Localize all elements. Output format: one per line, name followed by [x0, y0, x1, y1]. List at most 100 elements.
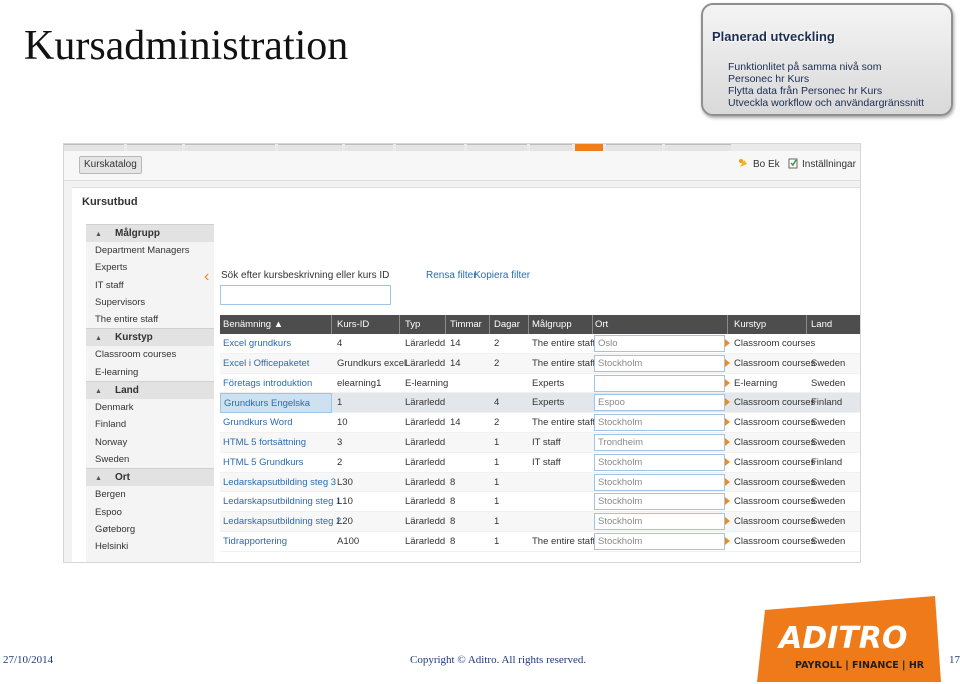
- col-header-ort[interactable]: Ort: [592, 315, 728, 334]
- location-dropdown-icon[interactable]: [725, 358, 730, 367]
- course-location-field[interactable]: Stockholm: [594, 532, 725, 550]
- app-header: Kurskatalog Bo Ek Inställningar: [64, 151, 860, 181]
- nav-tab[interactable]: [127, 144, 182, 151]
- nav-tab[interactable]: [467, 144, 527, 151]
- table-row[interactable]: Ledarskapsutbildning steg 1 L10 Lärarledd 8…: [220, 492, 860, 513]
- settings-link[interactable]: Inställningar: [788, 158, 856, 170]
- course-location-field[interactable]: Stockholm: [594, 453, 725, 471]
- nav-tab[interactable]: [530, 144, 572, 151]
- nav-tab[interactable]: [278, 144, 342, 151]
- table-row[interactable]: Ledarskapsutbildning steg 2 L20 Lärarledd 8…: [220, 512, 860, 532]
- search-input[interactable]: [220, 285, 391, 305]
- location-dropdown-icon[interactable]: [725, 477, 730, 486]
- filter-item[interactable]: Gøteborg: [86, 521, 214, 538]
- course-name-link[interactable]: HTML 5 fortsättning: [220, 433, 332, 453]
- filter-group-malgrupp[interactable]: ▲ Målgrupp: [86, 224, 214, 242]
- location-dropdown-icon[interactable]: [725, 517, 730, 526]
- course-kind-cell: Classroom courses: [734, 338, 816, 349]
- table-row[interactable]: HTML 5 fortsättning 3 Lärarledd 1 IT staff Tr…: [220, 432, 860, 453]
- location-dropdown-icon[interactable]: [725, 378, 730, 387]
- filter-group-kurstyp[interactable]: ▲ Kurstyp: [86, 328, 214, 347]
- table-row[interactable]: Excel grundkurs 4 Lärarledd 14 2 The entire s…: [220, 334, 860, 354]
- course-type-cell: E-learning: [405, 377, 449, 389]
- course-name-link[interactable]: Ledarskapsutbildning steg 2: [220, 512, 341, 532]
- course-country-cell: [808, 334, 860, 354]
- col-header-dagar[interactable]: Dagar: [491, 315, 529, 334]
- col-header-typ[interactable]: Typ: [402, 315, 446, 334]
- course-name-link[interactable]: Ledarskapsutbildning steg 1: [220, 492, 341, 512]
- table-row[interactable]: Tidrapportering A100 Lärarledd 8 1 The entire…: [220, 532, 860, 552]
- location-dropdown-icon[interactable]: [725, 418, 730, 427]
- location-dropdown-icon[interactable]: [725, 398, 730, 407]
- course-name-link[interactable]: Excel i Officepaketet: [220, 354, 332, 374]
- nav-tab[interactable]: [185, 144, 275, 151]
- collapse-icon: ▲: [95, 388, 102, 396]
- nav-tab[interactable]: [606, 144, 662, 151]
- table-row[interactable]: Grundkurs Word 10 Lärarledd 14 2 The entire s…: [220, 413, 860, 433]
- logo-wordmark: ADITRO: [777, 621, 907, 656]
- course-type-cell: Lärarledd: [405, 535, 446, 547]
- course-audience-cell: [529, 492, 593, 512]
- table-row[interactable]: Företags introduktion elearning1 E-learnin…: [220, 374, 860, 394]
- course-location-field[interactable]: Stockholm: [594, 354, 725, 372]
- filter-item[interactable]: Espoo: [86, 504, 214, 521]
- table-row[interactable]: HTML 5 Grundkurs 2 Lärarledd 1 IT staff Stock…: [220, 453, 860, 473]
- filter-item[interactable]: Denmark: [86, 399, 214, 416]
- filter-item[interactable]: The entire staff: [86, 311, 214, 328]
- col-header-kurstyp[interactable]: Kurstyp: [731, 315, 807, 334]
- course-name-link[interactable]: Grundkurs Engelska: [220, 393, 332, 414]
- filter-item[interactable]: Supervisors: [86, 294, 214, 311]
- table-row[interactable]: Excel i Officepaketet Grundkurs excel Lära…: [220, 353, 860, 374]
- filter-group-ort[interactable]: ▲ Ort: [86, 468, 214, 487]
- location-dropdown-icon[interactable]: [725, 497, 730, 506]
- table-row[interactable]: Grundkurs Engelska 1 Lärarledd 4 Experts Espo…: [220, 393, 860, 414]
- nav-tab-active[interactable]: [575, 144, 603, 151]
- collapse-sidebar-icon[interactable]: ‹: [204, 268, 209, 286]
- course-name-link[interactable]: Grundkurs Word: [220, 413, 332, 433]
- col-header-timmar[interactable]: Timmar: [447, 315, 490, 334]
- col-header-malgrupp[interactable]: Målgrupp: [529, 315, 593, 334]
- kurskatalog-tab[interactable]: Kurskatalog: [79, 156, 142, 174]
- clear-filter-link[interactable]: Rensa filter: [426, 270, 477, 281]
- filter-item[interactable]: Classroom courses: [86, 346, 214, 363]
- course-id-cell: 4: [337, 338, 343, 349]
- course-location-field[interactable]: [594, 374, 725, 392]
- filter-group-land[interactable]: ▲ Land: [86, 381, 214, 400]
- course-location-field[interactable]: Stockholm: [594, 414, 725, 432]
- course-type-cell: Lärarledd: [405, 338, 446, 349]
- course-name-link[interactable]: HTML 5 Grundkurs: [220, 453, 332, 473]
- location-dropdown-icon[interactable]: [725, 457, 730, 466]
- filter-item[interactable]: Norway: [86, 434, 214, 451]
- course-name-link[interactable]: Företags introduktion: [220, 374, 332, 394]
- course-location-field[interactable]: Stockholm: [594, 473, 725, 491]
- col-header-kurs-id[interactable]: Kurs-ID: [334, 315, 400, 334]
- location-dropdown-icon[interactable]: [725, 339, 730, 347]
- filter-item[interactable]: Sweden: [86, 451, 214, 468]
- location-dropdown-icon[interactable]: [725, 437, 730, 446]
- course-location-field[interactable]: Espoo: [594, 394, 725, 412]
- nav-tab[interactable]: [345, 144, 393, 151]
- filter-item[interactable]: IT staff: [86, 277, 214, 294]
- location-dropdown-icon[interactable]: [725, 536, 730, 545]
- course-location-field[interactable]: Trondheim: [594, 433, 725, 451]
- course-name-link[interactable]: Tidrapportering: [220, 532, 332, 552]
- user-menu[interactable]: Bo Ek: [738, 158, 780, 170]
- course-name-link[interactable]: Ledarskapsutbilding steg 3: [220, 473, 336, 493]
- course-location-field[interactable]: Stockholm: [594, 513, 725, 531]
- table-row[interactable]: Ledarskapsutbilding steg 3 L30 Lärarledd 8 1…: [220, 472, 860, 493]
- nav-tab[interactable]: [665, 144, 731, 151]
- course-location-field[interactable]: Stockholm: [594, 493, 725, 511]
- filter-item[interactable]: Bergen: [86, 486, 214, 503]
- filter-item[interactable]: E-learning: [86, 364, 214, 381]
- filter-item[interactable]: Helsinki: [86, 538, 214, 555]
- nav-tab[interactable]: [396, 144, 464, 151]
- filter-item[interactable]: Experts: [86, 259, 214, 276]
- nav-tab[interactable]: [64, 144, 124, 151]
- course-location-field[interactable]: Oslo: [594, 335, 725, 352]
- col-header-benamning[interactable]: Benämning ▲: [220, 315, 332, 334]
- filter-item[interactable]: Department Managers: [86, 242, 214, 259]
- course-name-link[interactable]: Excel grundkurs: [220, 334, 332, 354]
- filter-item[interactable]: Finland: [86, 416, 214, 433]
- col-header-land[interactable]: Land: [808, 315, 860, 334]
- copy-filter-link[interactable]: Kopiera filter: [474, 270, 530, 281]
